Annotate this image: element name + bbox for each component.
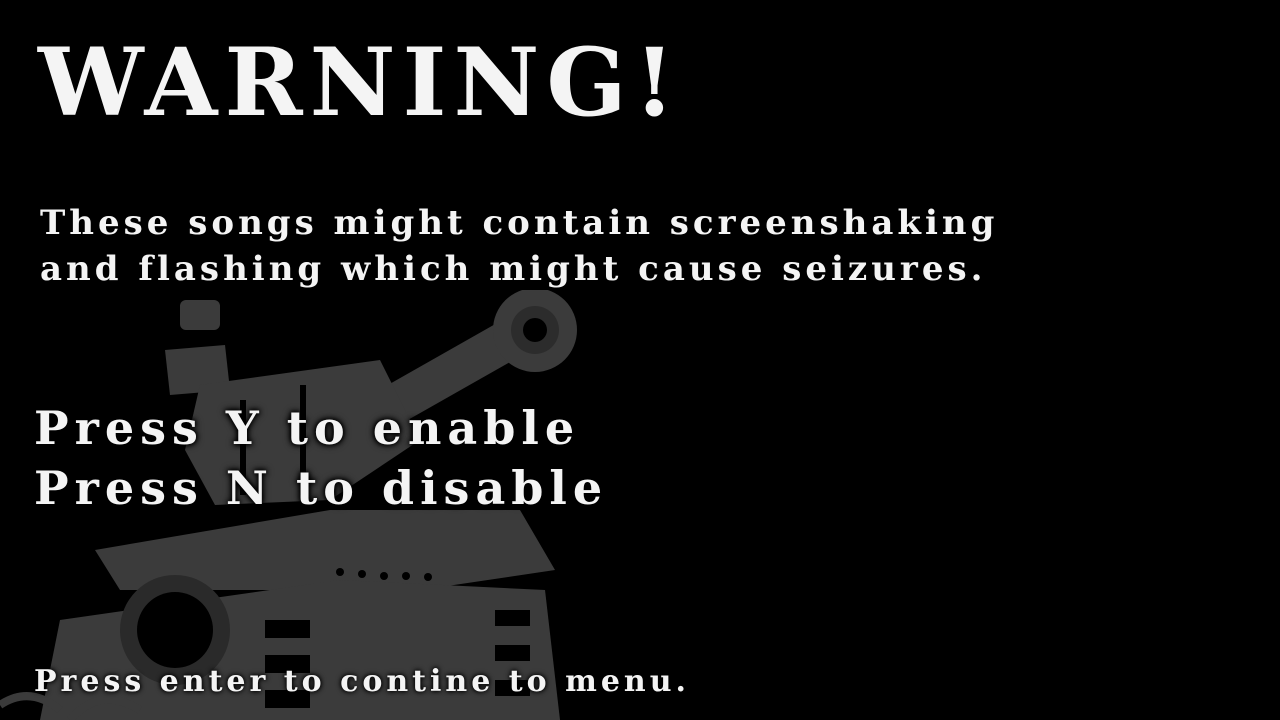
disable-prompt: Press N to disable <box>34 461 609 515</box>
warning-line-1: These songs might contain screenshaking <box>40 203 999 243</box>
warning-line-2: and flashing which might cause seizures. <box>40 249 987 289</box>
key-prompts: Press Y to enable Press N to disable <box>34 398 608 518</box>
warning-screen: WARNING! These songs might contain scree… <box>0 0 1280 720</box>
warning-title: WARNING! <box>38 28 682 138</box>
warning-description: These songs might contain screenshaking … <box>40 200 1270 292</box>
continue-prompt: Press enter to contine to menu. <box>34 664 690 699</box>
enable-prompt: Press Y to enable <box>34 401 581 455</box>
